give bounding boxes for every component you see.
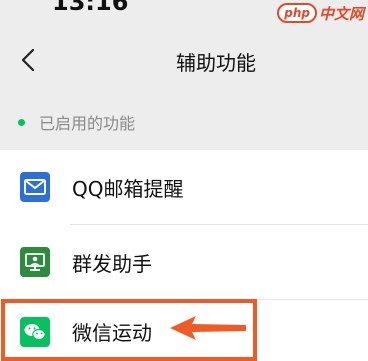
- watermark-logo: php 中文网: [277, 2, 364, 24]
- broadcast-icon: [20, 247, 50, 277]
- feature-label: 群发助手: [72, 251, 152, 276]
- feature-item-broadcast[interactable]: 群发助手: [0, 225, 368, 299]
- section-title: 已启用的功能: [39, 114, 136, 133]
- watermark-text: 中文网: [318, 4, 364, 23]
- mail-icon: [20, 172, 50, 202]
- enabled-dot: [18, 118, 25, 126]
- status-time: 13:16: [52, 0, 129, 16]
- feature-label: QQ邮箱提醒: [72, 176, 184, 201]
- feature-item-qq-mail[interactable]: QQ邮箱提醒: [0, 150, 368, 224]
- page-title: 辅助功能: [176, 51, 256, 75]
- watermark-logo-mark: php: [277, 3, 317, 23]
- arrow-annotation-icon: [170, 316, 246, 340]
- section-header: 已启用的功能: [18, 110, 135, 134]
